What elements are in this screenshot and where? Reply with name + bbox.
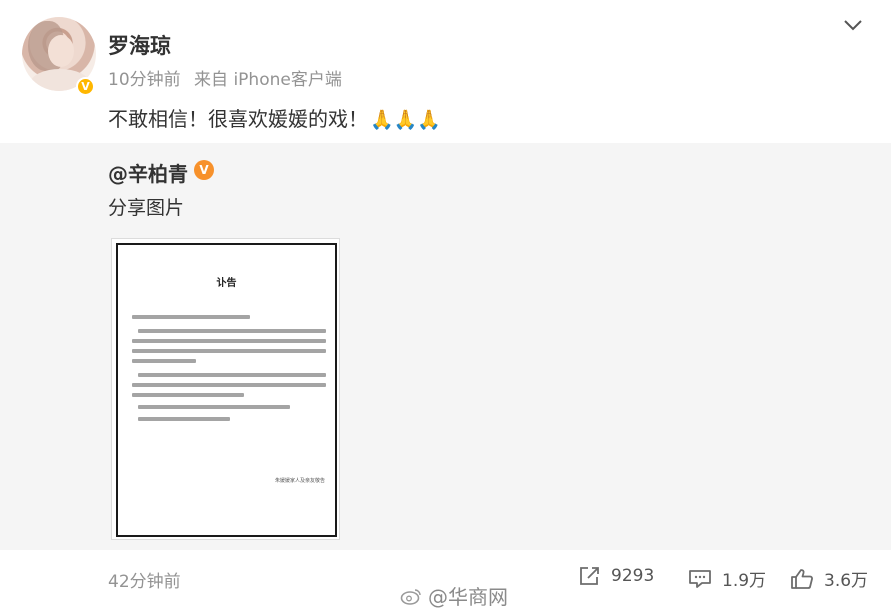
comment-count: 1.9万 [722, 571, 767, 591]
watermark-text: @华商网 [428, 585, 508, 609]
repost-count: 9293 [611, 566, 655, 586]
document-text-line [132, 349, 326, 353]
pray-emoji-icon: 🙏🙏🙏 [370, 109, 441, 131]
weibo-logo-icon [400, 588, 421, 605]
document-text-line [138, 373, 326, 377]
like-count: 3.6万 [824, 571, 869, 591]
post-source: 来自 iPhone客户端 [194, 70, 342, 90]
document-text-line [138, 405, 290, 409]
document-text-line [132, 315, 250, 319]
repost-icon [580, 567, 599, 585]
post-meta: 10分钟前 来自 iPhone客户端 [108, 65, 350, 90]
post-text-body: 不敢相信！很喜欢媛媛的戏！ [108, 107, 368, 131]
like-button[interactable]: 3.6万 [790, 566, 868, 591]
post-footer: 42分钟前 @华商网 9293 1.9万 3.6万 [0, 550, 891, 613]
document-text-line [132, 393, 244, 397]
repost-image[interactable]: 讣告 朱媛媛家人及亲友敬告 [111, 238, 340, 540]
author-name[interactable]: 罗海琼 [108, 30, 171, 60]
repost-verified-badge-icon: V [194, 160, 214, 180]
thumbs-up-icon [791, 568, 813, 589]
document-text-line [138, 329, 326, 333]
comment-button[interactable]: 1.9万 [688, 566, 766, 591]
chevron-down-icon[interactable] [842, 16, 864, 34]
repost-button[interactable]: 9293 [579, 566, 654, 586]
post-time[interactable]: 10分钟前 [108, 70, 181, 90]
document-text-line [138, 417, 230, 421]
verified-badge-icon: V [76, 77, 95, 96]
repost-section: @辛柏青 V 分享图片 讣告 朱媛媛家人及亲友敬告 [0, 143, 891, 550]
repost-text: 分享图片 [108, 197, 185, 219]
repost-time[interactable]: 42分钟前 [108, 567, 181, 592]
avatar-face [48, 35, 74, 67]
document-text-line [132, 339, 326, 343]
comment-icon [689, 569, 711, 588]
source-watermark: @华商网 [400, 581, 508, 610]
post-header: V 罗海琼 10分钟前 来自 iPhone客户端 不敢相信！很喜欢媛媛的戏！ 🙏🙏… [0, 0, 891, 143]
document-title: 讣告 [216, 278, 237, 289]
post-text: 不敢相信！很喜欢媛媛的戏！ 🙏🙏🙏 [108, 103, 441, 132]
document-signature: 朱媛媛家人及亲友敬告 [274, 478, 325, 484]
document-text-line [132, 383, 326, 387]
document-text-line [132, 359, 196, 363]
repost-author-name[interactable]: @辛柏青 [108, 158, 188, 187]
obituary-document: 讣告 朱媛媛家人及亲友敬告 [116, 243, 337, 537]
